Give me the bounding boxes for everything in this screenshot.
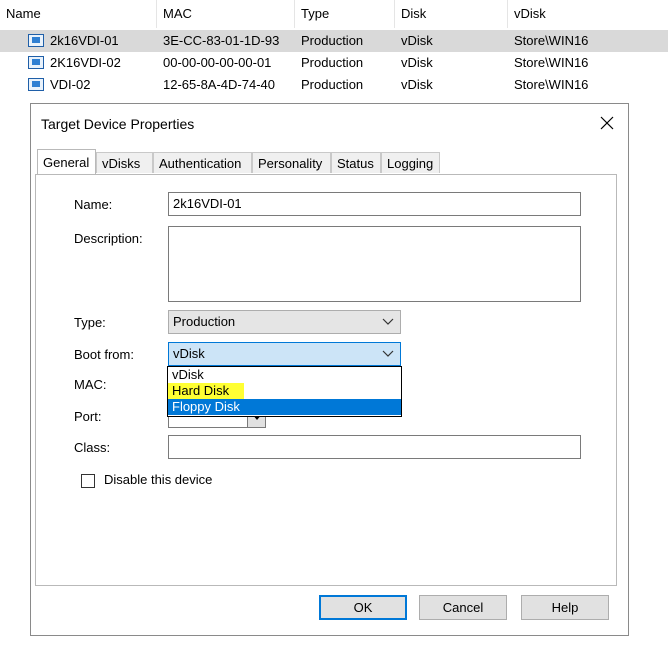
device-type: Production	[301, 33, 364, 48]
device-vdisk: Store\WIN16	[514, 55, 589, 70]
boot-from-select-value: vDisk	[173, 346, 205, 361]
boot-option-floppy-disk[interactable]: Floppy Disk	[168, 399, 401, 415]
list-header: Name MAC Type Disk vDisk	[0, 0, 668, 28]
close-icon	[600, 116, 614, 130]
table-row[interactable]: 2k16VDI-01 3E-CC-83-01-1D-93 Production …	[0, 30, 668, 52]
device-mac: 3E-CC-83-01-1D-93	[163, 33, 280, 48]
device-type: Production	[301, 77, 364, 92]
name-field[interactable]: 2k16VDI-01	[168, 192, 581, 216]
port-label: Port:	[74, 409, 102, 424]
boot-option-vdisk[interactable]: vDisk	[168, 367, 401, 383]
boot-option-hard-disk[interactable]: Hard Disk	[168, 383, 244, 399]
device-name: 2k16VDI-01	[50, 33, 119, 48]
table-row[interactable]: 2K16VDI-02 00-00-00-00-00-01 Production …	[0, 52, 668, 74]
tab-logging[interactable]: Logging	[381, 152, 440, 173]
description-field[interactable]	[168, 226, 581, 302]
device-mac: 00-00-00-00-00-01	[163, 55, 272, 70]
device-disk: vDisk	[401, 33, 433, 48]
chevron-down-icon	[382, 350, 394, 357]
ok-button[interactable]: OK	[319, 595, 407, 620]
device-disk: vDisk	[401, 77, 433, 92]
column-header-vdisk[interactable]: vDisk	[508, 0, 668, 28]
device-name: VDI-02	[50, 77, 91, 92]
device-name: 2K16VDI-02	[50, 55, 121, 70]
device-icon	[28, 56, 44, 69]
chevron-down-icon	[382, 318, 394, 325]
type-label: Type:	[74, 315, 106, 330]
device-vdisk: Store\WIN16	[514, 77, 589, 92]
close-button[interactable]	[592, 110, 622, 136]
tab-personality[interactable]: Personality	[252, 152, 331, 173]
boot-from-select[interactable]: vDisk	[168, 342, 401, 366]
disable-device-checkbox[interactable]	[81, 474, 95, 488]
tab-authentication[interactable]: Authentication	[153, 152, 252, 173]
class-label: Class:	[74, 440, 111, 455]
column-header-disk[interactable]: Disk	[395, 0, 508, 28]
class-field[interactable]	[168, 435, 581, 459]
boot-from-label: Boot from:	[74, 347, 134, 362]
type-select[interactable]: Production	[168, 310, 401, 334]
type-select-value: Production	[173, 314, 236, 329]
device-icon	[28, 78, 44, 91]
device-vdisk: Store\WIN16	[514, 33, 589, 48]
device-disk: vDisk	[401, 55, 433, 70]
cancel-button[interactable]: Cancel	[419, 595, 507, 620]
column-header-mac[interactable]: MAC	[157, 0, 295, 28]
device-icon	[28, 34, 44, 47]
device-type: Production	[301, 55, 364, 70]
column-header-name[interactable]: Name	[0, 0, 157, 28]
tab-vdisks[interactable]: vDisks	[96, 152, 153, 173]
device-mac: 12-65-8A-4D-74-40	[163, 77, 276, 92]
description-label: Description:	[74, 231, 143, 246]
disable-device-label: Disable this device	[104, 472, 213, 487]
tab-status[interactable]: Status	[331, 152, 381, 173]
column-header-type[interactable]: Type	[295, 0, 395, 28]
tab-general[interactable]: General	[37, 149, 96, 174]
mac-label: MAC:	[74, 377, 107, 392]
table-row[interactable]: VDI-02 12-65-8A-4D-74-40 Production vDis…	[0, 74, 668, 96]
boot-from-dropdown-list: vDisk Hard Disk Floppy Disk	[167, 366, 402, 417]
help-button[interactable]: Help	[521, 595, 609, 620]
name-label: Name:	[74, 197, 113, 212]
dialog-title: Target Device Properties	[41, 116, 195, 132]
